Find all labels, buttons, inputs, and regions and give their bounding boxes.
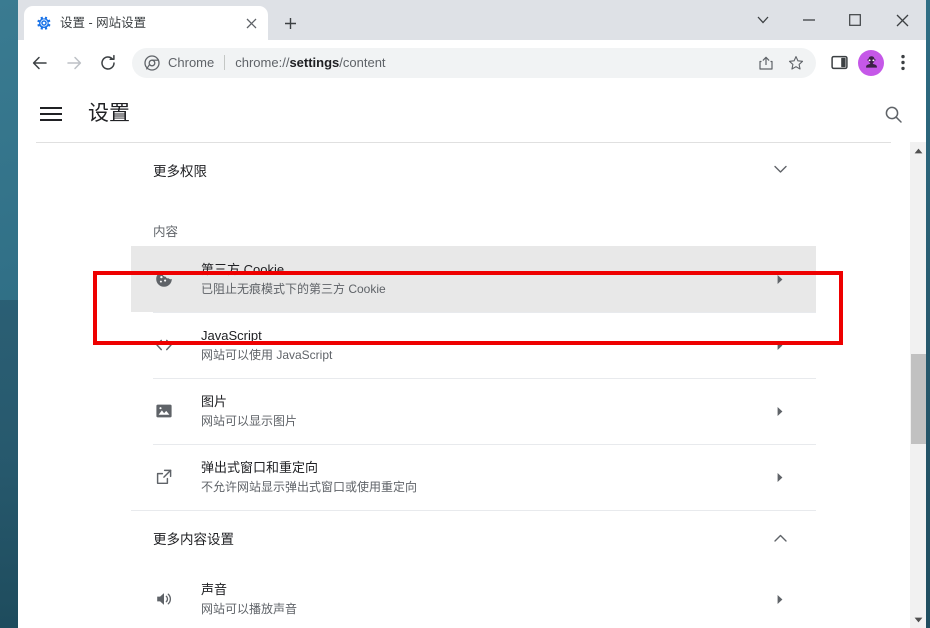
chevron-right-icon [770, 467, 790, 487]
close-icon [896, 14, 908, 26]
tab-search-button[interactable] [740, 4, 786, 36]
chevron-down-icon [770, 160, 790, 180]
image-icon [153, 400, 175, 422]
setting-row-third-party-cookies[interactable]: 第三方 Cookie 已阻止无痕模式下的第三方 Cookie [131, 246, 816, 312]
profile-avatar-icon [865, 56, 877, 68]
reload-icon [101, 54, 115, 70]
close-icon [246, 18, 256, 28]
chevron-up-icon [770, 528, 790, 548]
omnibox-actions [752, 49, 810, 77]
section-label-content: 内容 [153, 225, 179, 239]
maximize-icon [849, 14, 861, 26]
close-window-button[interactable] [878, 4, 926, 36]
bookmark-button[interactable] [782, 49, 810, 77]
maximize-button[interactable] [832, 4, 878, 36]
collapsible-label: 更多权限 [153, 163, 207, 179]
share-icon [759, 56, 773, 70]
setting-subtitle: 网站可以使用 JavaScript [201, 347, 333, 362]
browser-tab-active[interactable]: 设置 - 网站设置 [24, 6, 268, 40]
side-panel-button[interactable] [824, 48, 854, 78]
collapsible-more-content-settings[interactable]: 更多内容设置 [131, 510, 816, 566]
back-arrow-icon [32, 56, 47, 69]
chevron-right-icon [770, 335, 790, 355]
forward-button [58, 47, 90, 79]
window-caption-buttons [740, 0, 926, 40]
settings-gear-icon [37, 16, 51, 30]
chrome-logo-icon [144, 54, 160, 71]
collapsible-label: 更多内容设置 [153, 532, 234, 547]
browser-window: 设置 - 网站设置 Chrome chrome://settings/conte… [18, 0, 926, 628]
setting-subtitle: 已阻止无痕模式下的第三方 Cookie [201, 281, 386, 296]
omnibox-separator [224, 55, 226, 70]
tab-close-button[interactable] [242, 14, 260, 32]
omnibox-url: chrome://settings/content [235, 55, 744, 71]
omnibox-chip-label: Chrome [168, 54, 215, 70]
setting-row-text: JavaScript 网站可以使用 JavaScript [201, 326, 770, 365]
caret-down-icon [914, 617, 923, 622]
hamburger-menu-icon[interactable] [40, 101, 66, 127]
setting-subtitle: 网站可以播放声音 [201, 601, 298, 616]
url-suffix: /content [339, 54, 386, 70]
cookie-icon [153, 268, 175, 290]
setting-subtitle: 网站可以显示图片 [201, 413, 298, 428]
setting-row-images[interactable]: 图片 网站可以显示图片 [131, 378, 816, 444]
setting-subtitle: 不允许网站显示弹出式窗口或使用重定向 [201, 479, 418, 494]
plus-icon [284, 17, 296, 29]
caret-up-icon [914, 148, 923, 153]
setting-row-javascript[interactable]: JavaScript 网站可以使用 JavaScript [131, 312, 816, 378]
settings-content-column: 更多权限 内容 第三方 Cookie 已阻止无痕模式下的第三方 Cookie J… [131, 142, 816, 628]
collapsible-more-permissions[interactable]: 更多权限 [131, 142, 816, 198]
minimize-icon [803, 19, 815, 21]
setting-row-text: 第三方 Cookie 已阻止无痕模式下的第三方 Cookie [201, 260, 770, 299]
settings-page: 设置 更多权限 内容 第三方 Cookie 已阻止无痕模式下的第三方 Cooki… [18, 86, 926, 628]
hamburger-bar [40, 119, 62, 121]
browser-toolbar: Chrome chrome://settings/content [18, 40, 926, 86]
minimize-button[interactable] [786, 4, 832, 36]
share-button[interactable] [752, 49, 780, 77]
address-bar[interactable]: Chrome chrome://settings/content [132, 47, 816, 78]
hamburger-bar [40, 107, 62, 109]
settings-header: 设置 [18, 86, 926, 142]
setting-title: 声音 [201, 581, 228, 597]
star-icon [788, 55, 804, 70]
chevron-right-icon [770, 589, 790, 609]
settings-search-button[interactable] [876, 97, 910, 131]
javascript-code-icon [153, 334, 175, 356]
search-icon [885, 106, 902, 123]
scroll-thumb[interactable] [911, 354, 926, 444]
page-title: 设置 [88, 102, 130, 125]
browser-menu-button[interactable] [888, 48, 918, 78]
chevron-right-icon [770, 401, 790, 421]
setting-title: 图片 [201, 393, 228, 409]
reload-button[interactable] [92, 47, 124, 79]
settings-scroll-area: 更多权限 内容 第三方 Cookie 已阻止无痕模式下的第三方 Cookie J… [18, 142, 926, 628]
setting-row-text: 弹出式窗口和重定向 不允许网站显示弹出式窗口或使用重定向 [201, 458, 770, 497]
setting-row-text: 声音 网站可以播放声音 [201, 580, 770, 619]
chevron-down-icon [757, 16, 769, 24]
side-panel-icon [830, 55, 848, 70]
new-tab-button[interactable] [276, 9, 304, 37]
setting-title: JavaScript [201, 327, 262, 343]
chevron-right-icon [770, 269, 790, 289]
setting-title: 弹出式窗口和重定向 [201, 459, 319, 475]
profile-avatar[interactable] [858, 49, 884, 76]
tab-strip: 设置 - 网站设置 [18, 0, 926, 40]
scroll-up-arrow[interactable] [910, 142, 926, 159]
url-bold-segment: settings [289, 54, 340, 70]
setting-row-text: 图片 网站可以显示图片 [201, 392, 770, 431]
setting-title: 第三方 Cookie [201, 261, 285, 277]
popup-external-link-icon [153, 466, 175, 488]
url-prefix: chrome:// [235, 54, 290, 70]
scroll-down-arrow[interactable] [910, 611, 926, 628]
forward-arrow-icon [67, 56, 82, 69]
three-dot-menu-icon [901, 54, 905, 71]
back-button[interactable] [24, 47, 56, 79]
setting-row-sound[interactable]: 声音 网站可以播放声音 [131, 566, 816, 628]
setting-row-popups-redirects[interactable]: 弹出式窗口和重定向 不允许网站显示弹出式窗口或使用重定向 [131, 444, 816, 510]
tab-title: 设置 - 网站设置 [60, 16, 147, 30]
vertical-scrollbar[interactable] [909, 142, 926, 628]
hamburger-bar [40, 113, 62, 115]
sound-speaker-icon [153, 588, 175, 610]
